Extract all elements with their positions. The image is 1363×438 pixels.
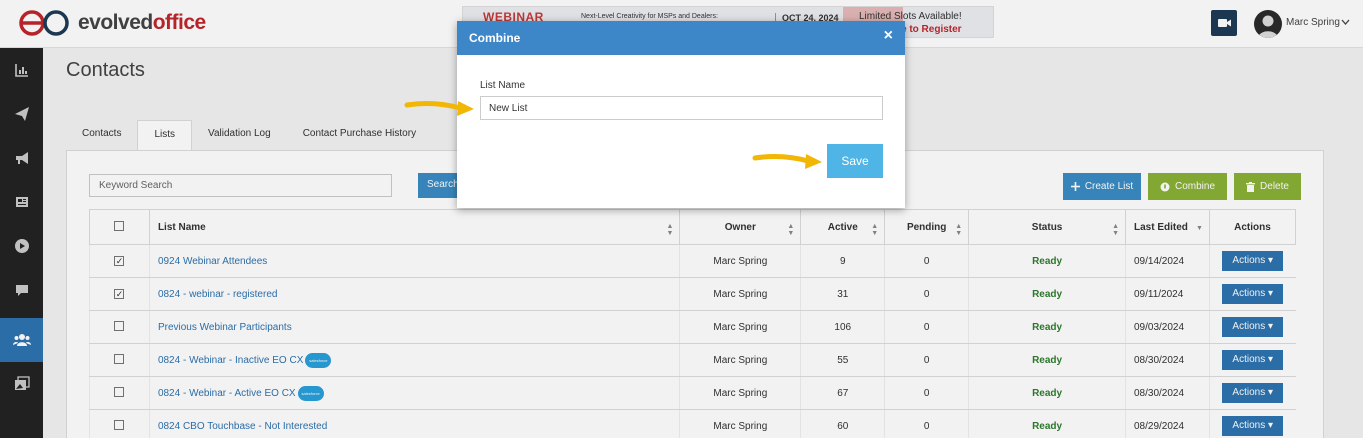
save-button[interactable]: Save	[827, 144, 883, 178]
combine-modal: Combine × List Name Save	[457, 21, 905, 208]
list-name-label: List Name	[480, 80, 526, 91]
modal-title: Combine	[469, 31, 521, 45]
annotation-arrow-icon	[752, 154, 822, 169]
annotation-arrow-icon	[404, 101, 474, 116]
list-name-input[interactable]	[480, 96, 883, 120]
close-icon[interactable]: ×	[884, 27, 893, 45]
modal-header: Combine ×	[457, 21, 905, 55]
